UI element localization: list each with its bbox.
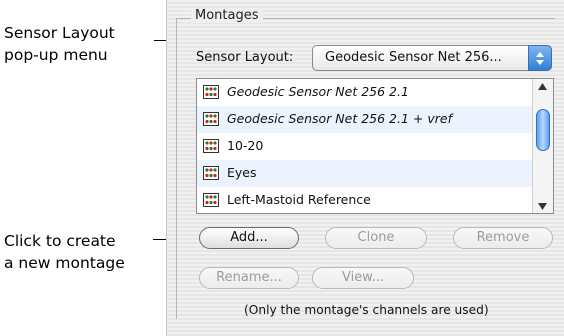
montage-list-item[interactable]: 10-20 [197, 133, 533, 160]
montage-icon [203, 166, 219, 180]
montage-icon [203, 85, 219, 99]
channels-note: (Only the montage's channels are used) [244, 303, 489, 317]
remove-button[interactable]: Remove [453, 227, 553, 249]
callout-line-1: Sensor Layout [4, 24, 115, 42]
sensor-layout-label: Sensor Layout: [196, 50, 294, 65]
add-montage-button[interactable]: Add... [199, 227, 299, 249]
montage-list-item[interactable]: Eyes [197, 160, 533, 187]
montage-list-item[interactable]: Geodesic Sensor Net 256 2.1 + vref [197, 106, 533, 133]
scroll-down-arrow-icon[interactable] [538, 203, 547, 210]
callout-line-2: a new montage [4, 254, 125, 272]
scrollbar-thumb[interactable] [536, 109, 550, 151]
montage-icon [203, 112, 219, 126]
montages-group-title: Montages [191, 8, 263, 23]
montage-icon [203, 193, 219, 207]
montage-list-item[interactable]: Geodesic Sensor Net 256 2.1 [197, 79, 533, 106]
popup-arrows-icon [528, 45, 552, 71]
montage-name: Geodesic Sensor Net 256 2.1 + vref [227, 111, 452, 126]
sensor-layout-callout: Sensor Layout pop-up menu [4, 22, 115, 66]
callout-line-1: Click to create [4, 232, 116, 250]
montage-icon [203, 139, 219, 153]
montage-list[interactable]: Geodesic Sensor Net 256 2.1 Geodesic Sens… [196, 78, 554, 214]
clone-button[interactable]: Clone [325, 227, 427, 249]
montage-name: Geodesic Sensor Net 256 2.1 [227, 84, 409, 99]
scroll-up-arrow-icon[interactable] [538, 83, 547, 90]
callout-line-2: pop-up menu [4, 46, 108, 64]
rename-button[interactable]: Rename... [199, 267, 299, 289]
view-button[interactable]: View... [312, 267, 414, 289]
montage-name: Left-Mastoid Reference [227, 192, 371, 207]
montage-name: 10-20 [227, 138, 264, 153]
montage-list-item[interactable]: Left-Mastoid Reference [197, 187, 533, 213]
montage-name: Eyes [227, 165, 257, 180]
create-montage-callout: Click to create a new montage [4, 230, 125, 274]
list-scrollbar[interactable] [532, 79, 553, 213]
sensor-layout-selected: Geodesic Sensor Net 256... [325, 50, 502, 65]
sensor-layout-popup[interactable]: Geodesic Sensor Net 256... [312, 45, 552, 71]
